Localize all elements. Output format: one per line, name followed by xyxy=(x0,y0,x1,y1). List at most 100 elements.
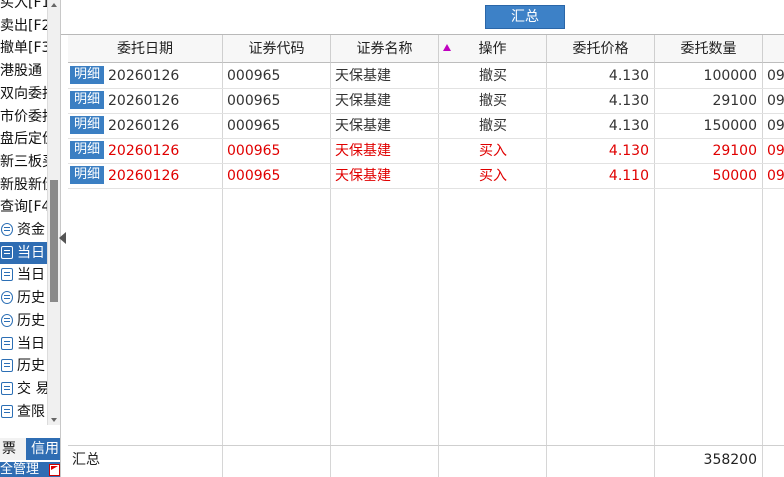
cell-code: 000965 xyxy=(227,93,281,109)
detail-button[interactable]: 明细 xyxy=(70,91,105,109)
tree-item-label: 历史 xyxy=(17,290,45,306)
tree-item[interactable]: 当日 xyxy=(0,242,47,264)
sort-ascending-icon[interactable] xyxy=(443,44,451,51)
tree-item[interactable]: 账户 xyxy=(0,423,47,425)
cell-date: 明细 20260126 xyxy=(68,89,223,113)
tree-item-label: 新三板买卖 xyxy=(0,154,47,170)
tab-stock[interactable]: 票 xyxy=(0,438,26,460)
column-header-code[interactable]: 证券代码 xyxy=(223,35,331,63)
detail-button[interactable]: 明细 xyxy=(70,166,105,184)
tree-item-label: 市价委托 xyxy=(0,109,47,125)
cell-qty: 150000 xyxy=(703,118,757,134)
tree-item-label: 历史 xyxy=(17,358,45,374)
order-date: 20260126 xyxy=(108,68,180,84)
tree-item[interactable]: 卖出[F2] xyxy=(0,15,47,37)
cell-qty: 50000 xyxy=(712,168,757,184)
cell-price: 4.130 xyxy=(608,143,649,159)
detail-button[interactable]: 明细 xyxy=(70,116,105,134)
security-management-label: 全管理 xyxy=(0,462,40,477)
cell-name: 天保基建 xyxy=(335,118,391,134)
account-type-tabs: 票 信用 xyxy=(0,438,60,460)
tree-item[interactable]: 买入[F1] xyxy=(0,0,47,14)
tree-item[interactable]: 历史 xyxy=(0,355,47,377)
tree-item[interactable]: 港股通 xyxy=(0,60,47,82)
column-header-action[interactable]: 操作 xyxy=(439,35,547,63)
cell-name: 天保基建 xyxy=(335,93,391,109)
column-header-date[interactable]: 委托日期 xyxy=(68,35,223,63)
column-header-extra[interactable] xyxy=(763,35,784,63)
cell-price: 4.110 xyxy=(608,168,649,184)
cell-name: 天保基建 xyxy=(335,168,391,184)
order-date: 20260126 xyxy=(108,118,180,134)
cell-action: 撤买 xyxy=(479,118,507,134)
tree-item-label: 当日 xyxy=(17,336,45,352)
scroll-up-icon[interactable] xyxy=(51,3,57,7)
column-header-name[interactable]: 证券名称 xyxy=(331,35,439,63)
tree-item-label: 港股通 xyxy=(0,63,42,79)
tree-item[interactable]: 交 易 xyxy=(0,378,47,400)
tree-item-label: 双向委托 xyxy=(0,86,47,102)
cell-code: 000965 xyxy=(227,143,281,159)
tree-item-label: 交 易 xyxy=(17,381,47,397)
tree-item-label: 当日 xyxy=(17,245,45,261)
tree-item[interactable]: 盘后定价 xyxy=(0,128,47,150)
tree-item[interactable]: 新股新债 xyxy=(0,174,47,196)
cell-qty: 29100 xyxy=(712,143,757,159)
orders-table: 委托日期 证券代码 证券名称 操作 委托价格 委托数量 明细 20260126 000965 天保… xyxy=(68,35,784,477)
cell-extra: 09 xyxy=(767,168,784,184)
tree-item[interactable]: 新三板买卖 xyxy=(0,151,47,173)
tree-item-label: 撤单[F3] xyxy=(0,40,47,56)
tree-item-label: 盘后定价 xyxy=(0,131,47,147)
collapse-panel-arrow-icon[interactable] xyxy=(59,232,66,244)
column-header-price[interactable]: 委托价格 xyxy=(547,35,655,63)
toolbar: 汇总 xyxy=(61,0,784,35)
document-icon xyxy=(1,246,13,259)
order-date: 20260126 xyxy=(108,168,180,184)
tree-item[interactable]: 当日 xyxy=(0,264,47,286)
cell-name: 天保基建 xyxy=(335,68,391,84)
tree-scrollbar[interactable] xyxy=(47,0,60,425)
cell-action: 买入 xyxy=(479,143,507,159)
tree-item[interactable]: 双向委托 xyxy=(0,83,47,105)
yen-circle-icon xyxy=(1,223,13,236)
tab-credit[interactable]: 信用 xyxy=(26,438,60,460)
footer-qty-total: 358200 xyxy=(703,452,757,468)
cell-qty: 100000 xyxy=(703,68,757,84)
footer-summary-label: 汇总 xyxy=(72,452,100,468)
function-tree: 买入[F1] 卖出[F2] 撤单[F3] 港股通双向委托市价委托盘后定价新三板买卖新股… xyxy=(0,0,47,425)
scroll-thumb[interactable] xyxy=(50,180,58,302)
cell-action: 买入 xyxy=(479,168,507,184)
detail-button[interactable]: 明细 xyxy=(70,66,105,84)
tree-item[interactable]: 资金 xyxy=(0,219,47,241)
cell-date: 明细 20260126 xyxy=(68,114,223,138)
tree-item[interactable]: 市价委托 xyxy=(0,106,47,128)
tree-item[interactable]: 撤单[F3] xyxy=(0,37,47,59)
order-date: 20260126 xyxy=(108,93,180,109)
list-icon xyxy=(1,382,13,395)
tree-item[interactable]: 查限 xyxy=(0,401,47,423)
summary-button[interactable]: 汇总 xyxy=(485,5,565,29)
footer-divider xyxy=(68,445,784,446)
document-icon xyxy=(1,337,13,350)
cell-qty: 29100 xyxy=(712,93,757,109)
tree-item[interactable]: 历史 xyxy=(0,310,47,332)
detail-button[interactable]: 明细 xyxy=(70,141,105,159)
cell-date: 明细 20260126 xyxy=(68,164,223,188)
flag-icon xyxy=(49,464,60,476)
scroll-down-icon[interactable] xyxy=(51,418,57,422)
left-nav-panel: 买入[F1] 卖出[F2] 撤单[F3] 港股通双向委托市价委托盘后定价新三板买卖新股… xyxy=(0,0,61,477)
column-header-qty[interactable]: 委托数量 xyxy=(655,35,763,63)
tree-item[interactable]: 当日 xyxy=(0,333,47,355)
cell-extra: 09 xyxy=(767,143,784,159)
yen-icon xyxy=(1,268,13,281)
security-management-item[interactable]: 全管理 xyxy=(0,462,60,477)
row-divider xyxy=(68,188,784,189)
tree-item-label: 买入[F1] xyxy=(0,0,47,11)
tree-item[interactable]: 历史 xyxy=(0,287,47,309)
cell-date: 明细 20260126 xyxy=(68,139,223,163)
cell-price: 4.130 xyxy=(608,118,649,134)
clock-icon xyxy=(1,291,13,304)
cell-extra: 09 xyxy=(767,68,784,84)
cell-code: 000965 xyxy=(227,168,281,184)
tree-item[interactable]: 查询[F4] xyxy=(0,196,47,218)
